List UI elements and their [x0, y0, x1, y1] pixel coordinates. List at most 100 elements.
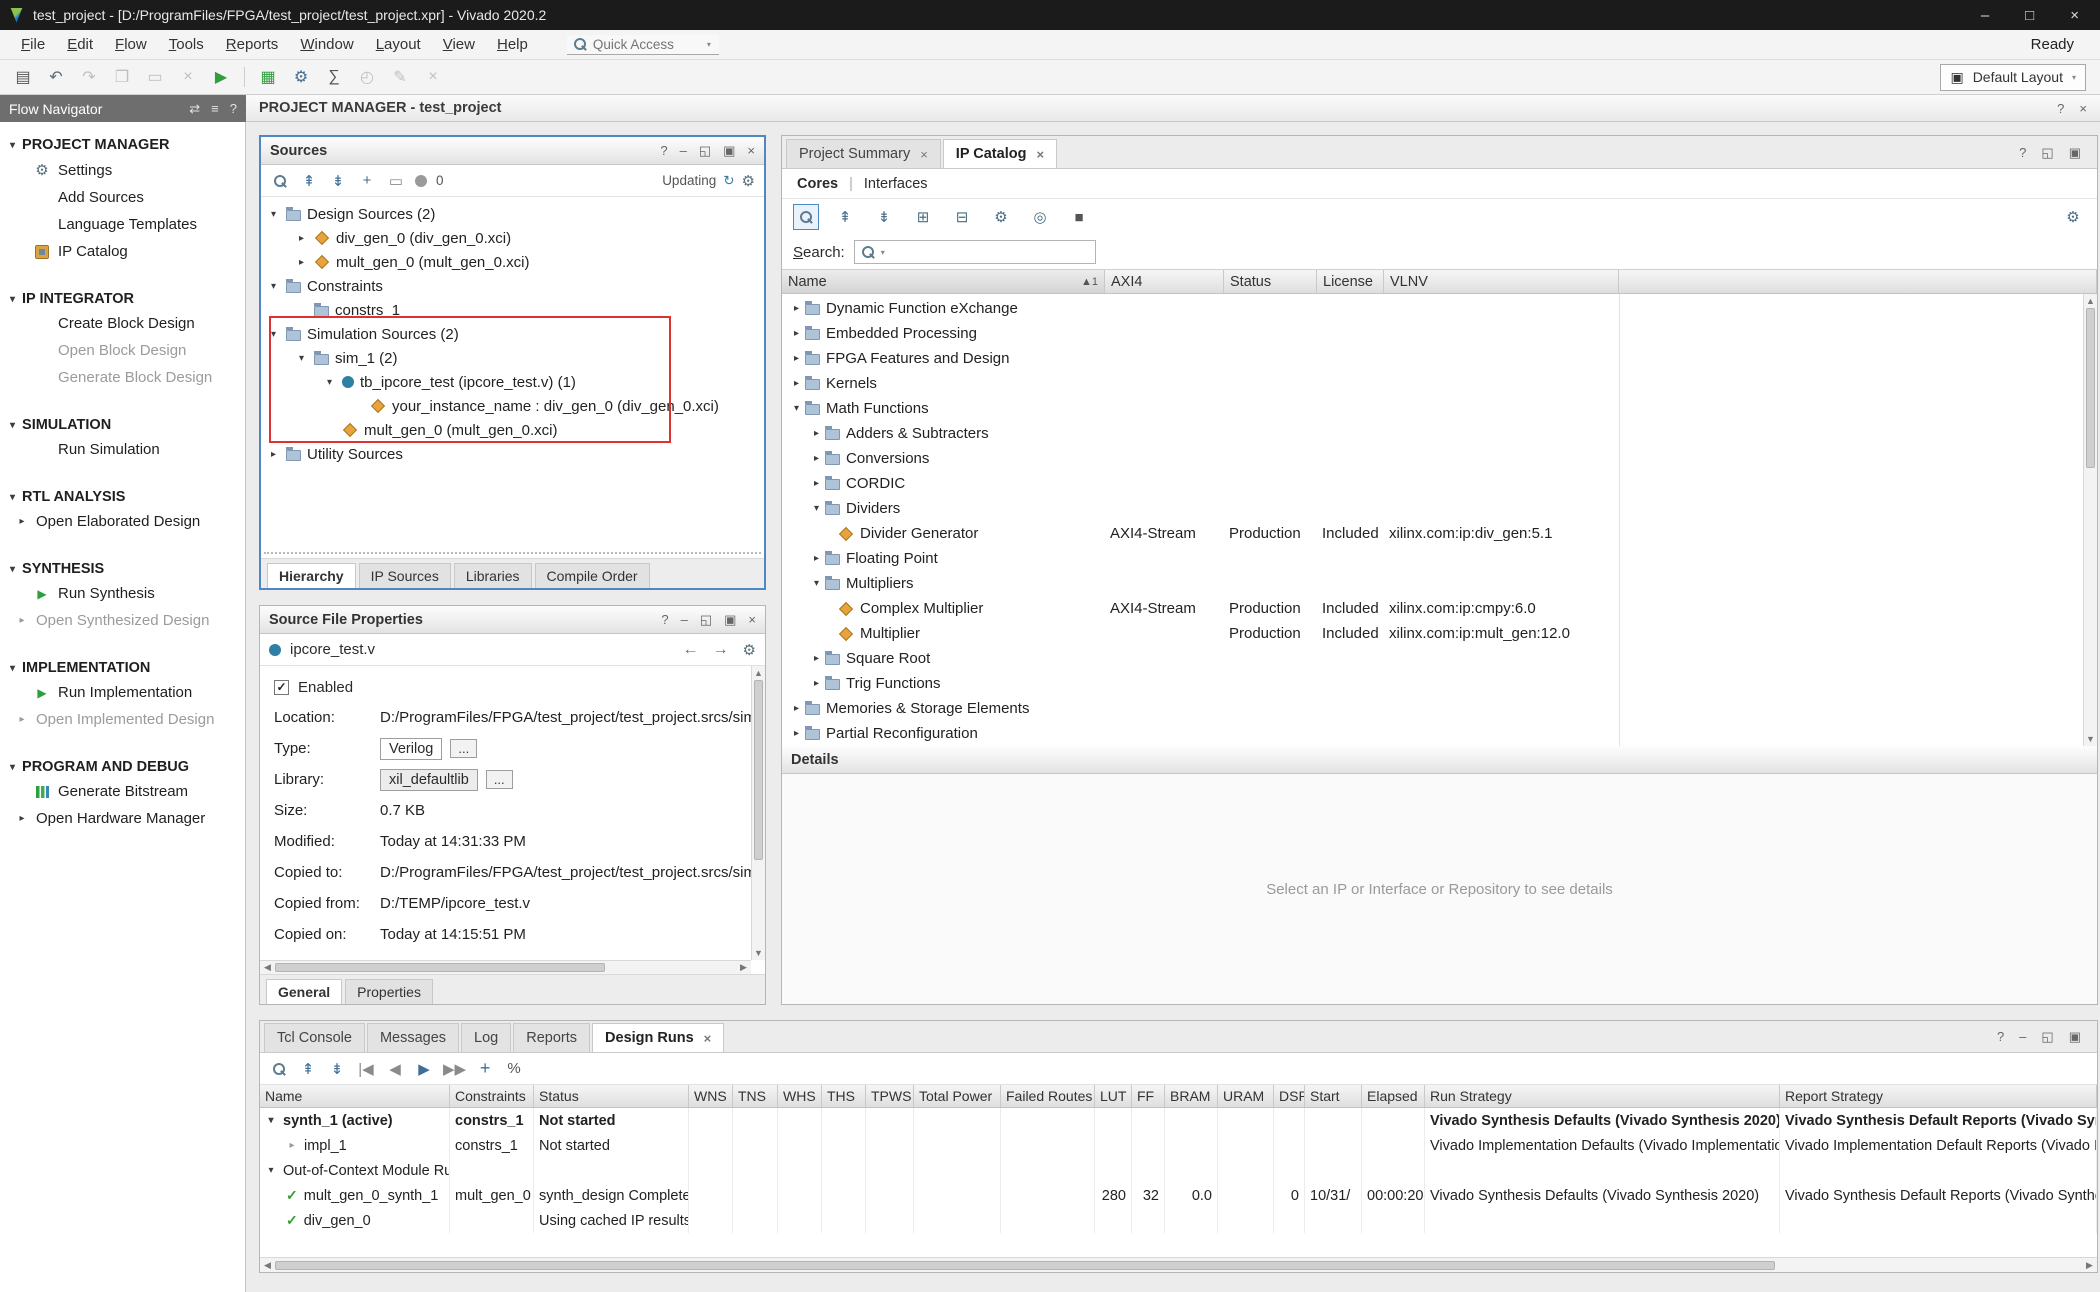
library-browse-button[interactable]: ...	[486, 770, 513, 789]
search-button[interactable]	[270, 170, 290, 192]
catalog-row-kernels[interactable]: ▸Kernels	[782, 371, 2097, 396]
tree-row-tb-ipcore-test[interactable]: ▾tb_ipcore_test (ipcore_test.v) (1)	[261, 370, 764, 394]
horizontal-scrollbar[interactable]: ◀▶	[260, 960, 751, 974]
library-field[interactable]: xil_defaultlib	[380, 769, 478, 791]
skip-to-start-button[interactable]: |◀	[356, 1058, 376, 1080]
tab-design-runs[interactable]: Design Runs×	[592, 1023, 724, 1052]
expand-all-button[interactable]: ⇟	[327, 1058, 347, 1080]
nav-section-header[interactable]: ▾IMPLEMENTATION	[0, 657, 245, 679]
table-row-mult-gen-0-synth-1[interactable]: ✓mult_gen_0_synth_1 mult_gen_0 synth_des…	[260, 1183, 2097, 1208]
column-header-license[interactable]: License	[1317, 270, 1384, 293]
maximize-icon[interactable]: ▣	[2069, 1029, 2081, 1045]
chevron-right-icon[interactable]: ▸	[794, 303, 799, 314]
details-toggle-button[interactable]: ■	[1066, 204, 1092, 230]
vertical-scrollbar[interactable]: ▲▼	[2083, 294, 2097, 746]
scroll-right-icon[interactable]: ▶	[2082, 1260, 2097, 1271]
chevron-right-icon[interactable]: ▸	[295, 233, 308, 244]
help-icon[interactable]: ?	[2019, 145, 2026, 161]
chevron-right-icon[interactable]: ▸	[16, 714, 28, 725]
column-header-tns[interactable]: TNS	[733, 1085, 778, 1107]
tab-hierarchy[interactable]: Hierarchy	[267, 563, 356, 588]
sidebar-item-open-block-design[interactable]: Open Block Design	[0, 337, 245, 364]
properties-panel-header[interactable]: Source File Properties ? – ◱ ▣ ×	[260, 606, 765, 634]
help-icon[interactable]: ?	[2057, 101, 2064, 116]
tab-ip-catalog[interactable]: IP Catalog×	[943, 139, 1057, 168]
sidebar-item-create-block-design[interactable]: Create Block Design	[0, 310, 245, 337]
type-browse-button[interactable]: ...	[450, 739, 477, 758]
chevron-right-icon[interactable]: ▸	[794, 353, 799, 364]
maximize-icon[interactable]: ▣	[724, 612, 736, 628]
settings-gear-icon[interactable]: ⚙	[286, 63, 316, 91]
hierarchy-view-button[interactable]: ⊟	[949, 204, 975, 230]
column-header-start[interactable]: Start	[1305, 1085, 1362, 1107]
menu-view[interactable]: View	[432, 33, 486, 56]
step-back-button[interactable]: ◀	[385, 1058, 405, 1080]
tree-row-constrs-1[interactable]: constrs_1	[261, 298, 764, 322]
column-header-uram[interactable]: URAM	[1218, 1085, 1274, 1107]
column-header-bram[interactable]: BRAM	[1165, 1085, 1218, 1107]
group-by-category-button[interactable]: ⊞	[910, 204, 936, 230]
chevron-right-icon[interactable]: ▸	[16, 813, 28, 824]
sidebar-item-open-elaborated-design[interactable]: ▸Open Elaborated Design	[0, 508, 245, 535]
catalog-row-memories[interactable]: ▸Memories & Storage Elements	[782, 696, 2097, 721]
menu-icon[interactable]: ≡	[211, 101, 219, 117]
chevron-down-icon[interactable]: ▾	[323, 377, 336, 388]
catalog-row-dividers[interactable]: ▾Dividers	[782, 496, 2097, 521]
chevron-right-icon[interactable]: ▸	[814, 453, 819, 464]
catalog-row-partial-reconfiguration[interactable]: ▸Partial Reconfiguration	[782, 721, 2097, 746]
tab-log[interactable]: Log	[461, 1023, 511, 1052]
menu-window[interactable]: Window	[289, 33, 364, 56]
sources-panel-header[interactable]: Sources ? – ◱ ▣ ×	[261, 137, 764, 165]
close-icon[interactable]: ×	[2079, 101, 2087, 116]
menu-reports[interactable]: Reports	[215, 33, 290, 56]
gear-icon[interactable]: ⚙	[743, 641, 756, 659]
chevron-right-icon[interactable]: ▸	[794, 703, 799, 714]
nav-section-header[interactable]: ▾SYNTHESIS	[0, 558, 245, 580]
chevron-down-icon[interactable]: ▾	[267, 209, 280, 220]
column-header-run-strategy[interactable]: Run Strategy	[1425, 1085, 1780, 1107]
close-icon[interactable]: ×	[920, 147, 928, 162]
catalog-row-dfx[interactable]: ▸Dynamic Function eXchange	[782, 296, 2097, 321]
sidebar-item-language-templates[interactable]: Language Templates	[0, 211, 245, 238]
scrollbar-thumb[interactable]	[754, 680, 763, 860]
chevron-down-icon[interactable]: ▾	[267, 329, 280, 340]
tree-row-simulation-sources[interactable]: ▾Simulation Sources (2)	[261, 322, 764, 346]
chevron-right-icon[interactable]: ▸	[295, 257, 308, 268]
column-header-whs[interactable]: WHS	[778, 1085, 822, 1107]
column-header-dsp[interactable]: DSP	[1274, 1085, 1305, 1107]
tab-tcl-console[interactable]: Tcl Console	[264, 1023, 365, 1052]
ip-settings-button[interactable]: ◎	[1027, 204, 1053, 230]
chevron-right-icon[interactable]: ▸	[794, 328, 799, 339]
minimize-icon[interactable]: –	[681, 612, 688, 628]
chevron-right-icon[interactable]: ▸	[286, 1140, 298, 1151]
forward-arrow-icon[interactable]: →	[713, 641, 729, 659]
delete-button[interactable]: ×	[173, 63, 203, 91]
tab-compile-order[interactable]: Compile Order	[535, 563, 650, 588]
chevron-right-icon[interactable]: ▸	[814, 678, 819, 689]
table-row-synth-1[interactable]: ▾synth_1 (active) constrs_1 Not started …	[260, 1108, 2097, 1133]
redo-button[interactable]: ↷	[74, 63, 104, 91]
column-header-status[interactable]: Status	[534, 1085, 689, 1107]
column-header-failed-routes[interactable]: Failed Routes	[1001, 1085, 1095, 1107]
float-icon[interactable]: ◱	[700, 612, 712, 628]
catalog-search-input[interactable]	[891, 244, 1089, 260]
sidebar-item-open-implemented-design[interactable]: ▸Open Implemented Design	[0, 706, 245, 733]
layout-selector[interactable]: ▣ Default Layout ▾	[1940, 64, 2086, 91]
catalog-row-math-functions[interactable]: ▾Math Functions	[782, 396, 2097, 421]
tab-messages[interactable]: Messages	[367, 1023, 459, 1052]
maximize-icon[interactable]: ▣	[723, 143, 735, 159]
sum-button[interactable]: ∑	[319, 63, 349, 91]
column-header-wns[interactable]: WNS	[689, 1085, 733, 1107]
chevron-down-icon[interactable]: ▾	[814, 578, 819, 589]
collapse-all-button[interactable]: ⇞	[298, 1058, 318, 1080]
help-icon[interactable]: ?	[230, 101, 237, 117]
sidebar-item-ip-catalog[interactable]: IP Catalog	[0, 238, 245, 265]
chevron-down-icon[interactable]: ▾	[265, 1115, 277, 1126]
column-header-name[interactable]: Name	[260, 1085, 450, 1107]
interfaces-view[interactable]: Interfaces	[864, 176, 928, 192]
menu-tools[interactable]: Tools	[158, 33, 215, 56]
sidebar-item-run-simulation[interactable]: Run Simulation	[0, 436, 245, 463]
close-icon[interactable]: ×	[704, 1031, 712, 1046]
nav-section-header[interactable]: ▾PROGRAM AND DEBUG	[0, 756, 245, 778]
enabled-checkbox[interactable]: ✓	[274, 680, 289, 695]
